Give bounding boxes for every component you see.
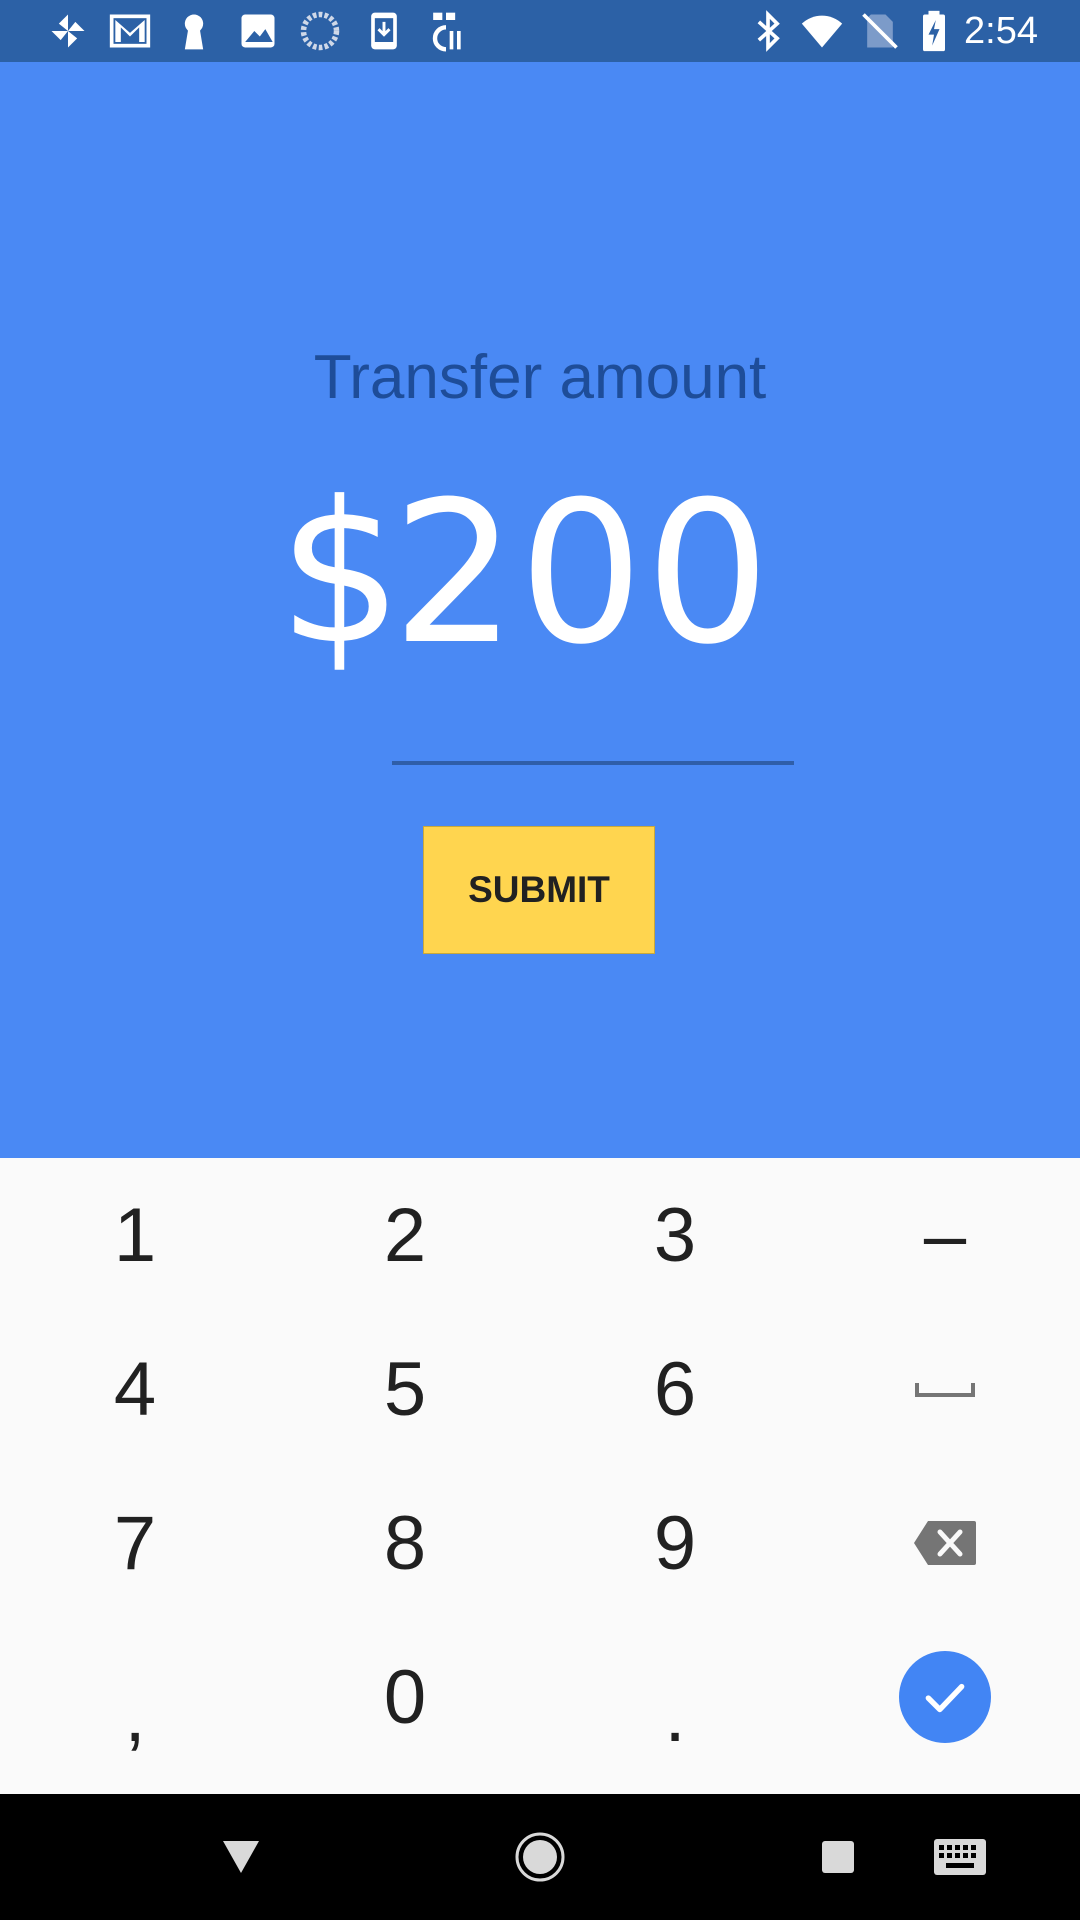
- key-label: 1: [113, 1192, 157, 1278]
- key-7[interactable]: 7: [0, 1466, 270, 1620]
- status-bar: 2:54: [0, 0, 1080, 62]
- numeric-keypad: 1 2 3 – 4 5 6 7 8 9 , 0 .: [0, 1158, 1080, 1794]
- status-time: 2:54: [964, 10, 1038, 52]
- hk-news-icon: [432, 12, 461, 52]
- recents-button[interactable]: [803, 1822, 873, 1892]
- currency-symbol: $: [278, 460, 403, 688]
- key-9[interactable]: 9: [540, 1466, 810, 1620]
- key-6[interactable]: 6: [540, 1312, 810, 1466]
- key-label: 3: [653, 1192, 697, 1278]
- submit-button[interactable]: SUBMIT: [423, 826, 655, 954]
- key-0[interactable]: 0: [270, 1620, 540, 1774]
- key-done[interactable]: [810, 1620, 1080, 1774]
- key-label: –: [923, 1192, 967, 1278]
- key-comma[interactable]: ,: [0, 1620, 270, 1774]
- key-decimal[interactable]: .: [540, 1620, 810, 1774]
- key-label: 0: [383, 1654, 427, 1740]
- amount-underline: [392, 761, 794, 765]
- key-label: 5: [383, 1346, 427, 1432]
- screen: 2:54 Transfer amount $ 200 SUBMIT 1 2 3 …: [0, 0, 1080, 1920]
- no-sim-icon: [862, 13, 898, 49]
- key-label: 9: [653, 1500, 697, 1586]
- home-button[interactable]: [505, 1822, 575, 1892]
- key-label: 6: [653, 1346, 697, 1432]
- bluetooth-icon: [757, 10, 780, 52]
- wifi-icon: [801, 15, 843, 48]
- download-phone-icon: [371, 12, 397, 50]
- key-5[interactable]: 5: [270, 1312, 540, 1466]
- home-icon: [515, 1832, 565, 1882]
- key-minus[interactable]: –: [810, 1158, 1080, 1312]
- back-button[interactable]: [206, 1822, 276, 1892]
- navigation-bar: [0, 1794, 1080, 1920]
- recents-icon: [822, 1841, 854, 1873]
- transfer-panel: Transfer amount $ 200 SUBMIT: [0, 62, 1080, 1158]
- gmail-icon: [109, 14, 151, 48]
- space-bar-icon: [915, 1383, 975, 1397]
- key-3[interactable]: 3: [540, 1158, 810, 1312]
- backspace-icon: [914, 1521, 976, 1565]
- checkmark-icon: [925, 1683, 965, 1713]
- back-icon: [223, 1841, 259, 1873]
- key-label: ,: [124, 1672, 146, 1758]
- key-label: .: [664, 1672, 686, 1758]
- key-label: 4: [113, 1346, 157, 1432]
- key-label: 2: [383, 1192, 427, 1278]
- pinwheel-icon: [51, 14, 85, 48]
- key-2[interactable]: 2: [270, 1158, 540, 1312]
- page-title: Transfer amount: [313, 343, 767, 412]
- done-button-circle: [899, 1651, 991, 1743]
- key-space[interactable]: [810, 1312, 1080, 1466]
- battery-charging-icon: [923, 10, 945, 52]
- key-8[interactable]: 8: [270, 1466, 540, 1620]
- keyhole-icon: [184, 14, 204, 50]
- keyboard-switch-button[interactable]: [925, 1822, 995, 1892]
- amount-input[interactable]: 200: [392, 464, 792, 764]
- key-label: 8: [383, 1500, 427, 1586]
- loading-circle-icon: [300, 11, 340, 51]
- key-label: 7: [113, 1500, 157, 1586]
- key-1[interactable]: 1: [0, 1158, 270, 1312]
- image-icon: [241, 14, 275, 48]
- amount-value: 200: [392, 460, 773, 688]
- key-4[interactable]: 4: [0, 1312, 270, 1466]
- keyboard-icon: [934, 1839, 986, 1875]
- key-backspace[interactable]: [810, 1466, 1080, 1620]
